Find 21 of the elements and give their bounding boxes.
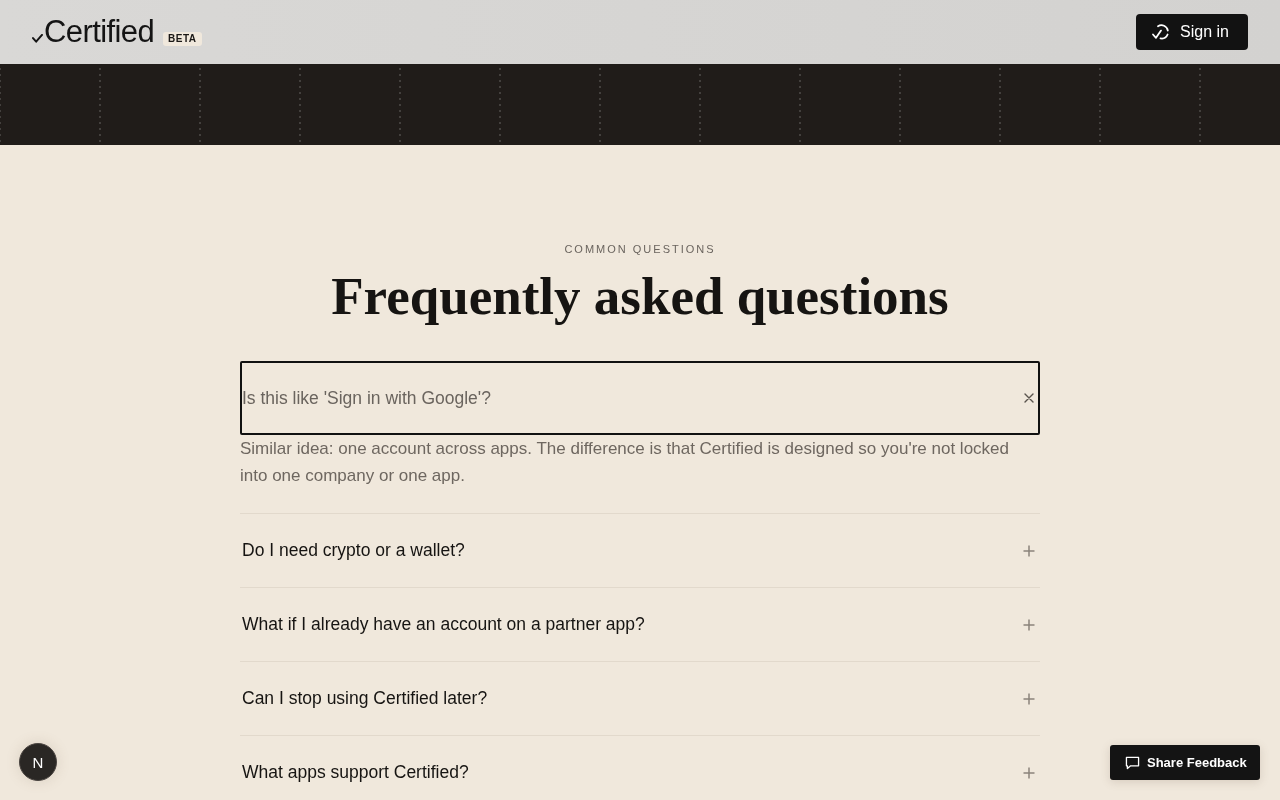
plus-icon [1023, 544, 1035, 557]
check-mark-icon [32, 34, 43, 43]
faq-question[interactable]: What apps support Certified? [240, 736, 1040, 800]
chat-bubble-icon [1125, 755, 1140, 770]
beta-label: BETA [163, 32, 202, 46]
dev-indicator-button[interactable]: N [19, 743, 57, 781]
faq-question[interactable]: Is this like 'Sign in with Google'? [240, 361, 1040, 435]
faq-question[interactable]: Can I stop using Certified later? [240, 662, 1040, 735]
plus-icon [1023, 766, 1035, 779]
sign-in-button[interactable]: Sign in [1136, 14, 1248, 50]
close-icon [1024, 393, 1034, 403]
check-loop-icon [1151, 22, 1171, 42]
logo-wordmark: Certified [44, 14, 155, 50]
plus-icon [1023, 618, 1035, 631]
plus-icon [1023, 692, 1035, 705]
section-eyebrow: COMMON QUESTIONS [563, 242, 717, 256]
section-heading: Frequently asked questions [330, 266, 950, 327]
faq-answer: Similar idea: one account across apps. The difference is that Certified is designed so you're not locked into one company or one app. [240, 438, 1010, 487]
faq-question[interactable]: What if I already have an account on a partner app? [240, 588, 1040, 661]
share-feedback-button[interactable]: Share Feedback [1110, 745, 1260, 780]
faq-question[interactable]: Do I need crypto or a wallet? [240, 514, 1040, 587]
